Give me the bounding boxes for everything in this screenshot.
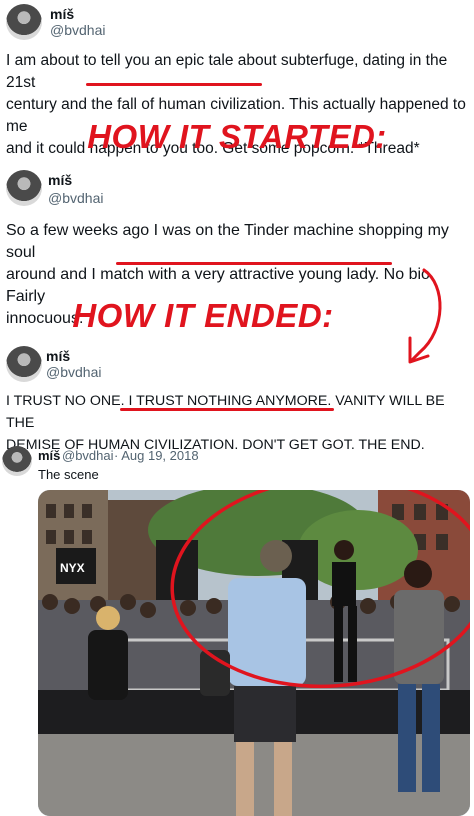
how-it-ended-banner: HOW IT ENDED: (72, 297, 334, 334)
tweet-photo[interactable]: NYX (38, 490, 470, 816)
tweet-text-line: I TRUST NO ONE. I TRUST NOTHING ANYMORE.… (6, 393, 445, 431)
tweet-text: I TRUST NO ONE. I TRUST NOTHING ANYMORE.… (6, 390, 472, 456)
display-name[interactable]: míš (46, 348, 70, 364)
speaker-left (156, 540, 198, 602)
avatar[interactable] (2, 446, 32, 476)
store-sign: NYX (60, 561, 85, 575)
user-handle[interactable]: @bvdhai (46, 364, 101, 380)
display-name[interactable]: míš (38, 448, 60, 463)
avatar[interactable] (6, 346, 42, 382)
arrow-head (408, 336, 430, 364)
how-it-started-banner: HOW IT STARTED: (87, 118, 387, 155)
user-handle[interactable]: @bvdhai (62, 448, 114, 463)
display-name[interactable]: míš (48, 172, 72, 188)
red-underline (86, 83, 262, 86)
display-name[interactable]: míš (50, 6, 74, 22)
tweet-text-line: I am about to tell you an epic tale abou… (6, 52, 448, 91)
red-underline (120, 408, 334, 411)
scene-illustration: NYX (38, 490, 470, 816)
tweet-date[interactable]: · Aug 19, 2018 (114, 448, 199, 463)
avatar[interactable] (6, 170, 42, 206)
tweet-text: The scene (38, 467, 99, 482)
red-underline (116, 262, 392, 265)
tweet-text-line: So a few weeks ago I was on the Tinder m… (6, 222, 449, 261)
user-handle[interactable]: @bvdhai (48, 190, 103, 206)
avatar[interactable] (6, 4, 42, 40)
user-handle[interactable]: @bvdhai (50, 22, 105, 38)
